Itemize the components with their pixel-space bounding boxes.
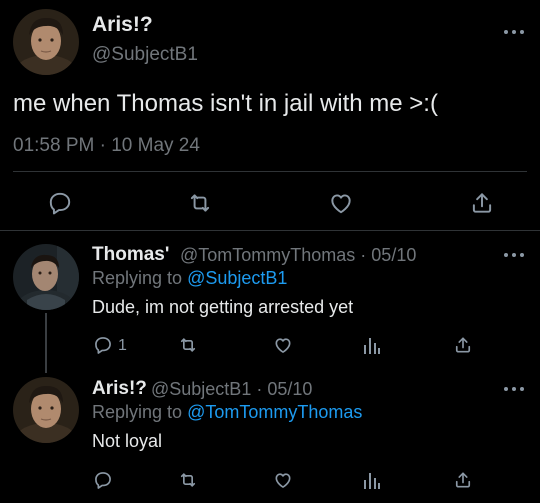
display-name[interactable]: Aris!? — [92, 13, 153, 37]
replying-to-label: Replying to — [92, 402, 188, 422]
like-icon[interactable] — [272, 334, 294, 356]
like-icon[interactable] — [325, 187, 357, 219]
share-icon[interactable] — [452, 469, 474, 491]
display-name[interactable]: Aris!? — [92, 378, 147, 400]
user-handle[interactable]: @SubjectB1 — [92, 44, 198, 66]
more-options-icon[interactable] — [504, 385, 524, 393]
reply-icon[interactable] — [92, 469, 114, 491]
replying-to: Replying to @SubjectB1 — [92, 268, 287, 289]
reply-icon[interactable] — [92, 334, 114, 356]
handle-date[interactable]: @SubjectB1 · 05/10 — [151, 379, 312, 400]
replying-to-label: Replying to — [92, 268, 188, 288]
avatar[interactable] — [13, 377, 79, 443]
reply-text: Dude, im not getting arrested yet — [92, 297, 354, 317]
like-icon[interactable] — [272, 469, 294, 491]
reply-count: 1 — [118, 337, 127, 354]
replying-to: Replying to @TomTommyThomas — [92, 402, 362, 423]
display-name[interactable]: Thomas' — [92, 244, 169, 266]
reply-icon[interactable] — [44, 187, 76, 219]
replying-to-link[interactable]: @TomTommyThomas — [187, 402, 362, 422]
thread-line — [45, 313, 47, 373]
divider — [0, 230, 540, 231]
handle-date[interactable]: @TomTommyThomas · 05/10 — [180, 245, 416, 266]
retweet-icon[interactable] — [176, 469, 200, 491]
analytics-icon[interactable] — [361, 334, 383, 356]
tweet-text: me when Thomas isn't in jail with me >:( — [13, 90, 438, 117]
share-icon[interactable] — [466, 187, 498, 219]
retweet-icon[interactable] — [176, 334, 200, 356]
replying-to-link[interactable]: @SubjectB1 — [187, 268, 287, 288]
more-options-icon[interactable] — [504, 28, 524, 36]
reply-text: Not loyal — [92, 431, 163, 451]
avatar[interactable] — [13, 9, 79, 75]
share-icon[interactable] — [452, 334, 474, 356]
analytics-icon[interactable] — [361, 469, 383, 491]
divider — [13, 171, 527, 172]
more-options-icon[interactable] — [504, 251, 524, 259]
tweet-timestamp: 01:58 PM · 10 May 24 — [13, 135, 200, 156]
retweet-icon[interactable] — [184, 187, 216, 219]
avatar[interactable] — [13, 244, 79, 310]
